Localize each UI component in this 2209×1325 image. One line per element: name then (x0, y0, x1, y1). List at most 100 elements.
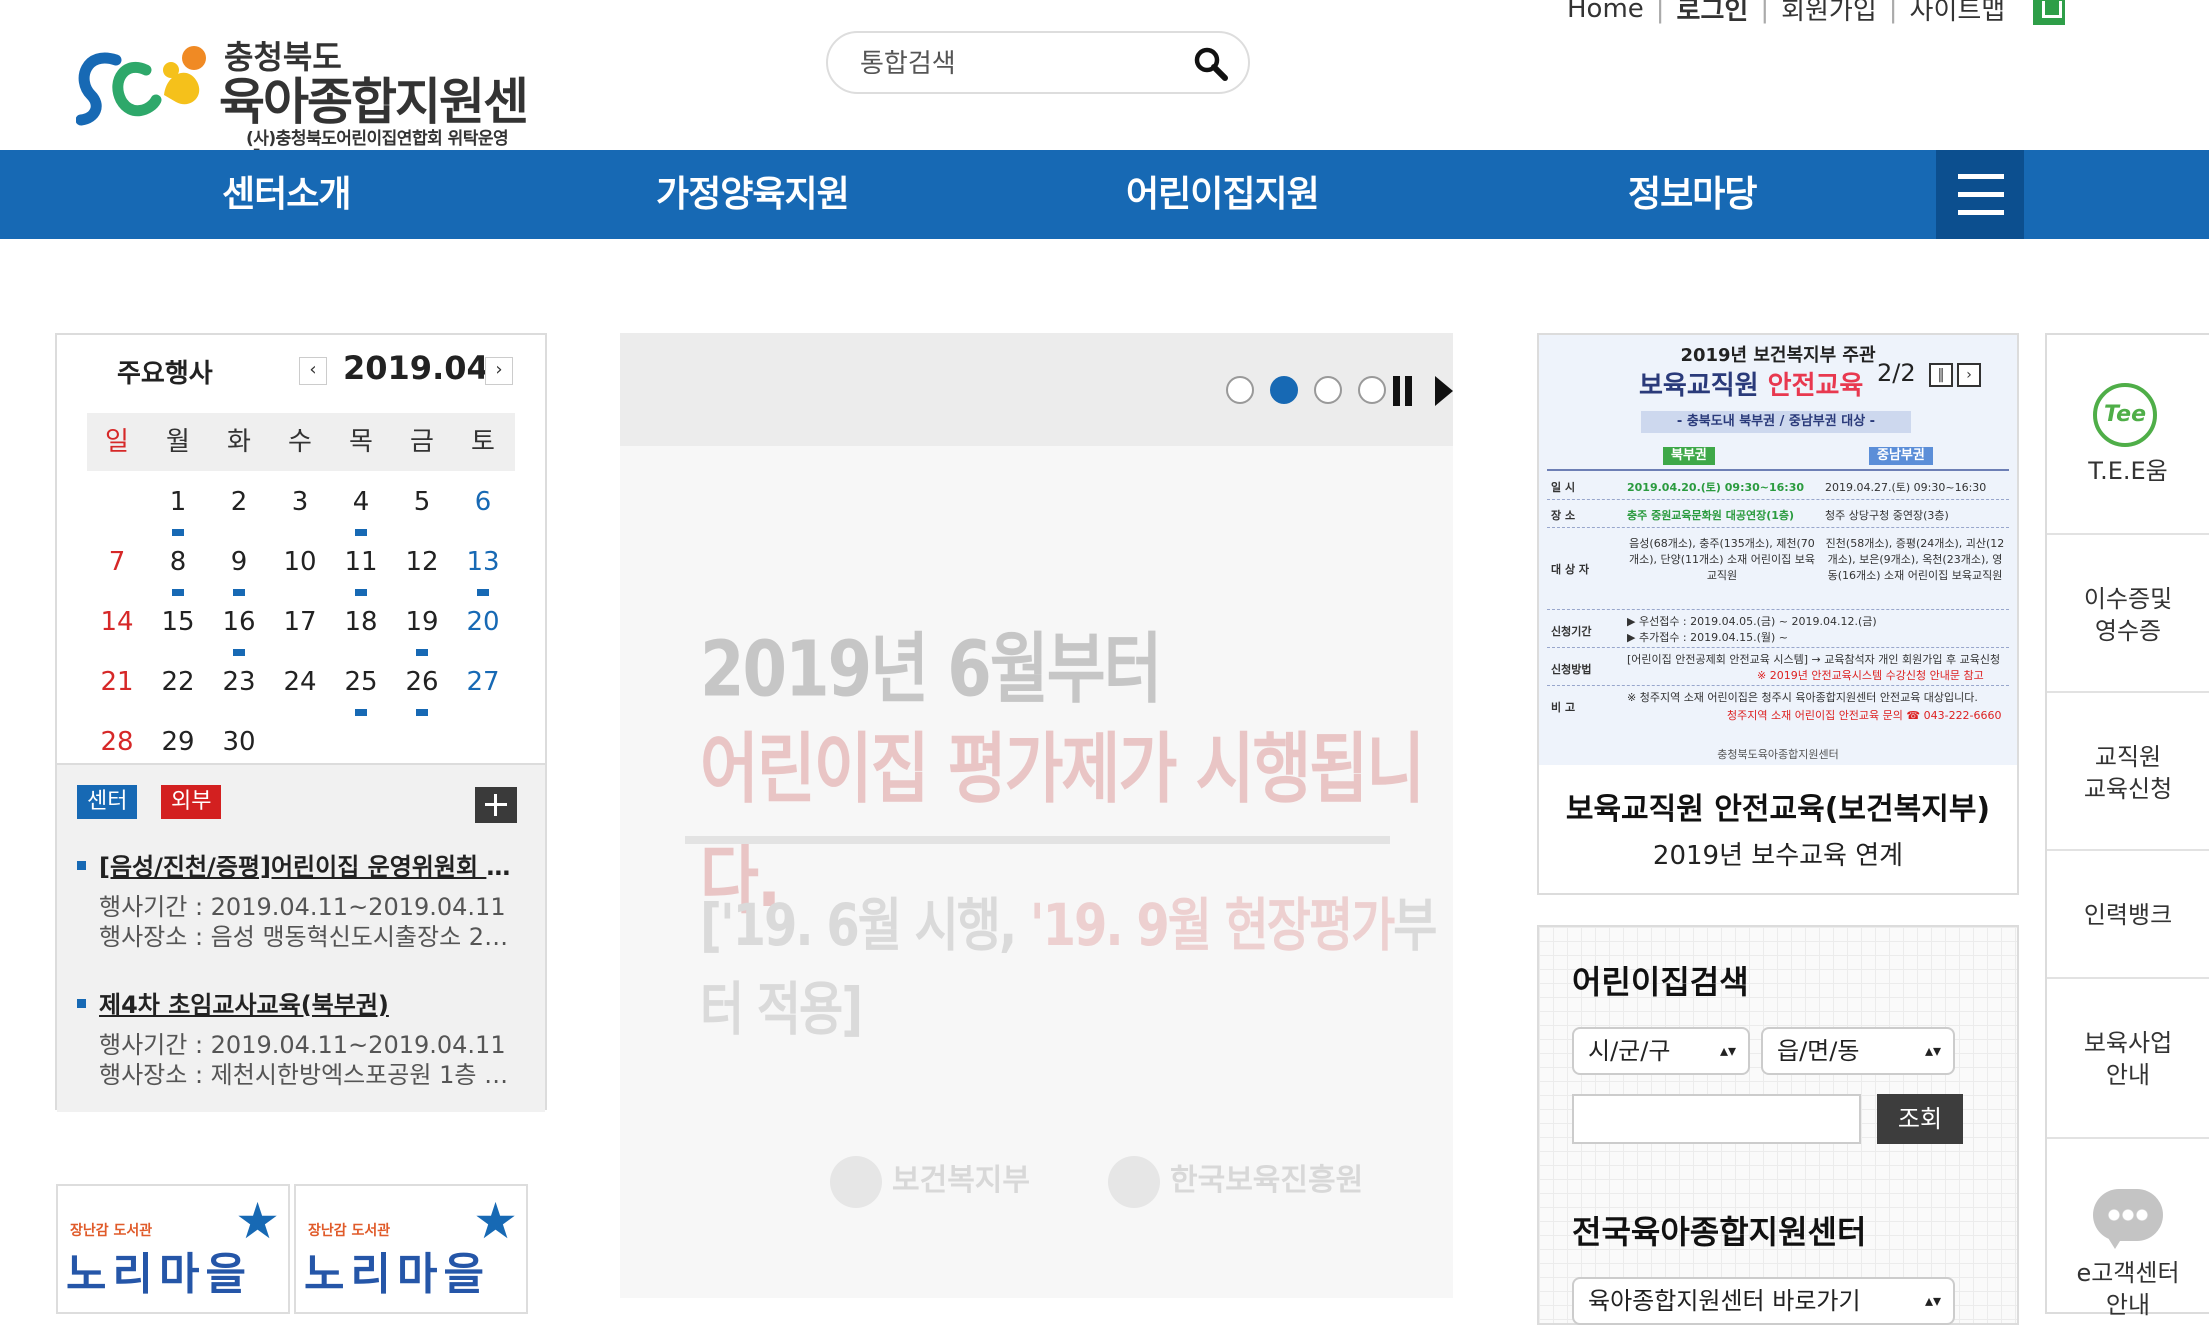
calendar-day[interactable]: 28 (87, 727, 147, 767)
calendar-next-button[interactable]: › (485, 357, 513, 385)
row-label: 신청방법 (1551, 663, 1592, 676)
calendar-day-number: 13 (466, 547, 500, 577)
quick-tee[interactable]: Tee T.E.E움 (2047, 335, 2209, 535)
home-link[interactable]: Home (1555, 0, 1656, 24)
search-icon[interactable] (1192, 45, 1230, 83)
popup-subtitle: 2019년 보수교육 연계 (1652, 841, 1904, 871)
tab-external[interactable]: 외부 (161, 785, 222, 819)
sitemap-icon[interactable] (2033, 0, 2066, 25)
calendar-day[interactable]: 5 (392, 487, 452, 527)
nav-info[interactable]: 정보마당 (1628, 150, 1757, 239)
slide-dot-1[interactable] (1226, 376, 1254, 404)
calendar-day[interactable]: 2 (209, 487, 269, 527)
popup-next-button[interactable]: › (1957, 363, 1981, 387)
signup-link[interactable]: 회원가입 (1769, 0, 1889, 27)
login-link[interactable]: 로그인 (1665, 0, 1761, 27)
sitemap-link[interactable]: 사이트맵 (1898, 0, 2018, 27)
pause-icon[interactable] (1393, 376, 1413, 406)
event-title-link[interactable]: 제4차 초임교사교육(북부권) (99, 985, 529, 1020)
calendar-day-number: 14 (100, 607, 134, 637)
site-logo[interactable]: 충청북도 육아종합지원센터 (사)충청북도어린이집연합회 위탁운영 (76, 32, 556, 203)
nav-daycare-support[interactable]: 어린이집지원 (1126, 150, 1320, 239)
calendar-day[interactable]: 1 (148, 487, 208, 536)
search-input[interactable] (858, 43, 1162, 85)
slide-dot-4[interactable] (1358, 376, 1386, 404)
calendar-day[interactable]: 26 (392, 667, 452, 716)
ministry-emblem-icon (830, 1155, 882, 1208)
divider (685, 836, 1390, 844)
slide-dot-2[interactable] (1270, 376, 1298, 404)
daycare-search-button[interactable]: 조회 (1877, 1094, 1963, 1144)
calendar-day-number: 25 (344, 667, 378, 697)
quick-childcare-guide[interactable]: 보육사업 안내 (2047, 979, 2209, 1139)
calendar-day[interactable]: 29 (148, 727, 208, 767)
calendar-day[interactable]: 14 (87, 607, 147, 647)
calendar-day[interactable]: 30 (209, 727, 269, 767)
calendar-day[interactable]: 6 (453, 487, 513, 527)
poster-title-part: 보육교직원 (1639, 371, 1768, 401)
calendar-day[interactable]: 7 (87, 547, 147, 587)
quick-customer-center[interactable]: e고객센터 안내 (2047, 1139, 2209, 1319)
menu-icon (1958, 210, 2004, 215)
calendar-day[interactable]: 25 (331, 667, 391, 716)
event-marker (233, 649, 245, 656)
quick-staff-education[interactable]: 교직원 교육신청 (2047, 693, 2209, 851)
calendar-weekday: 수 (288, 427, 312, 457)
calendar-day[interactable]: 23 (209, 667, 269, 707)
row-south: 청주지역 소재 어린이집 안전교육 문의 ☎ 043-222-6660 (1727, 709, 2002, 722)
toy-library-banner[interactable]: ★ 장난감 도서관 노리마을 (56, 1184, 290, 1314)
calendar-day[interactable]: 17 (270, 607, 330, 647)
slide-subline-part: '19. 9월 현장평가 (1029, 892, 1395, 960)
calendar-day[interactable]: 19 (392, 607, 452, 656)
slide-subline: ['19. 6월 시행, '19. 9월 현장평가부터 적용] (700, 878, 1453, 1046)
calendar-day-number: 16 (222, 607, 256, 637)
calendar-day[interactable]: 9 (209, 547, 269, 596)
calendar-day[interactable]: 3 (270, 487, 330, 527)
nav-center-intro[interactable]: 센터소개 (222, 150, 351, 239)
calendar-day[interactable]: 15 (148, 607, 208, 647)
main-visual-slider[interactable]: 2019년 6월부터 어린이집 평가제가 시행됩니다. ['19. 6월 시행,… (620, 333, 1453, 1298)
calendar-prev-button[interactable]: ‹ (299, 357, 327, 385)
column-south: 중남부권 (1869, 447, 1933, 465)
district-select[interactable]: 시/군/구 ▴▾ (1572, 1027, 1750, 1075)
slide-dot-3[interactable] (1314, 376, 1342, 404)
calendar-day[interactable]: 12 (392, 547, 452, 587)
calendar-day[interactable]: 22 (148, 667, 208, 707)
event-title-link[interactable]: [음성/진천/증평]어린이집 운영위원회 교육 (99, 847, 529, 882)
popup-pause-button[interactable]: ‖ (1929, 363, 1953, 387)
popup-title[interactable]: 보육교직원 안전교육(보건복지부) (1539, 784, 2017, 828)
calendar-day[interactable]: 27 (453, 667, 513, 707)
play-icon[interactable] (1435, 376, 1453, 406)
calendar-day-number: 21 (100, 667, 134, 697)
daycare-name-input[interactable] (1572, 1094, 1861, 1144)
calendar-day[interactable]: 13 (453, 547, 513, 596)
popup-zone[interactable]: 2019년 보건복지부 주관 보육교직원 안전교육 2/2 ‖ › - 충북도내… (1537, 333, 2019, 895)
calendar-day[interactable]: 4 (331, 487, 391, 536)
calendar-day[interactable]: 8 (148, 547, 208, 596)
calendar-day[interactable]: 18 (331, 607, 391, 647)
menu-icon (1958, 192, 2004, 197)
calendar-day[interactable]: 20 (453, 607, 513, 647)
calendar-day[interactable]: 16 (209, 607, 269, 656)
quick-workforce-bank[interactable]: 인력뱅크 (2047, 851, 2209, 979)
calendar-day[interactable]: 24 (270, 667, 330, 707)
all-menu-button[interactable] (1936, 150, 2024, 239)
event-marker (355, 589, 367, 596)
poster-footer: 충청북도육아종합지원센터 (1717, 748, 1839, 761)
calendar-day[interactable]: 10 (270, 547, 330, 587)
row-label: 비 고 (1551, 701, 1576, 714)
calendar-day-number: 20 (466, 607, 500, 637)
row-label: 신청기간 (1551, 625, 1592, 638)
calendar-day[interactable]: 21 (87, 667, 147, 707)
quick-certificate[interactable]: 이수증및 영수증 (2047, 535, 2209, 693)
calendar-day[interactable]: 11 (331, 547, 391, 596)
institute-logo: 한국보육진흥원 (1108, 1155, 1363, 1208)
town-select[interactable]: 읍/면/동 ▴▾ (1761, 1027, 1955, 1075)
event-marker (172, 589, 184, 596)
more-events-button[interactable] (475, 787, 517, 823)
tab-center[interactable]: 센터 (77, 785, 138, 819)
centers-shortcut-select[interactable]: 육아종합지원센터 바로가기 ▴▾ (1572, 1277, 1955, 1325)
bullet (77, 861, 86, 870)
toy-library-banner[interactable]: ★ 장난감 도서관 노리마을 (294, 1184, 528, 1314)
nav-home-parenting[interactable]: 가정양육지원 (656, 150, 850, 239)
